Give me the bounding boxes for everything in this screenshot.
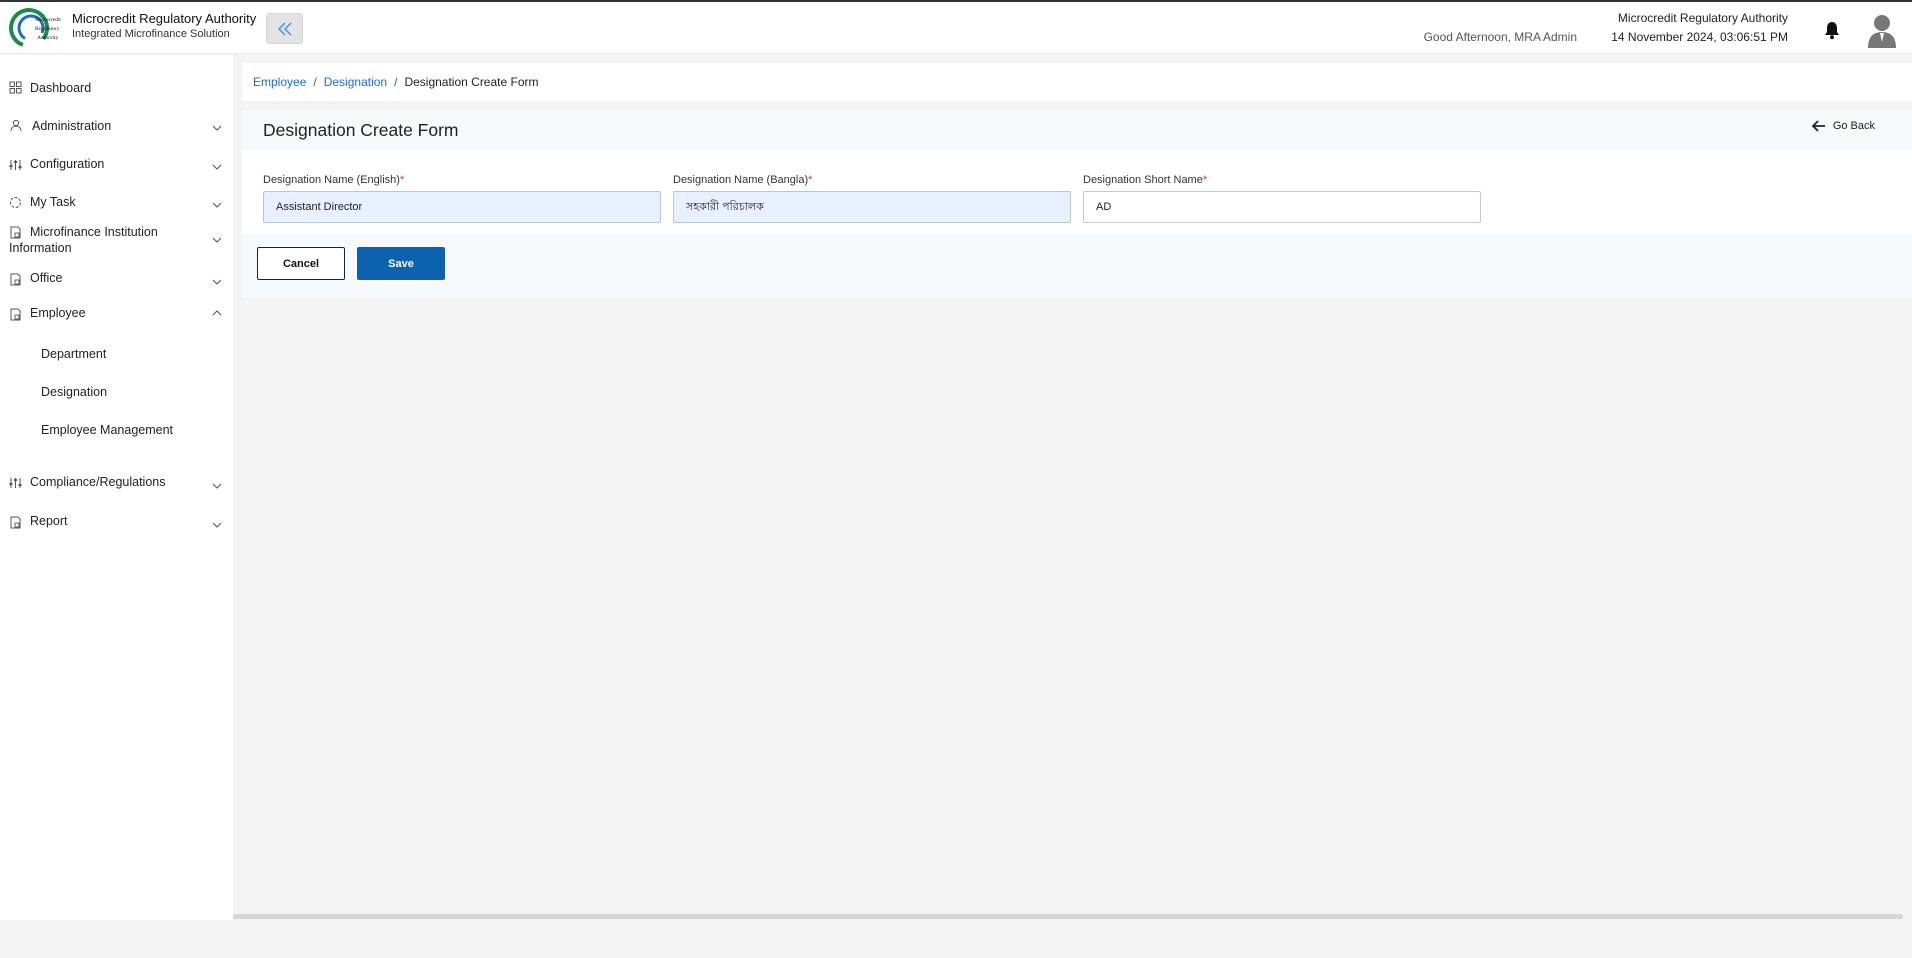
field-label: Designation Short Name* (1083, 174, 1208, 186)
sidebar-item-label: Microfinance Institution Information (9, 225, 158, 255)
sidebar-item-label: Office (30, 271, 63, 285)
sidebar-item-label: Compliance/Regulations (30, 475, 166, 489)
breadcrumb-link-employee[interactable]: Employee (253, 75, 306, 89)
go-back-button[interactable]: Go Back (1811, 120, 1875, 132)
designation-name-english-input[interactable] (263, 191, 661, 223)
document-icon (10, 308, 21, 321)
sliders-icon (9, 478, 22, 488)
chevron-down-icon (212, 483, 222, 489)
sidebar: Dashboard Administration Configuration M… (0, 55, 233, 920)
task-circle-icon (10, 197, 21, 208)
save-button[interactable]: Save (357, 247, 445, 280)
sidebar-item-configuration[interactable]: Configuration (0, 157, 233, 177)
sidebar-item-label: Report (30, 514, 68, 528)
mra-logo: Microcredit Regulatory Authority (9, 8, 61, 48)
sidebar-item-compliance[interactable]: Compliance/Regulations (0, 475, 233, 495)
arrow-left-icon (1811, 120, 1825, 132)
designation-name-bangla-input[interactable] (673, 191, 1071, 223)
sidebar-item-label: Administration (32, 119, 112, 133)
brand-title: Microcredit Regulatory Authority (72, 11, 257, 26)
current-datetime: 14 November 2024, 03:06:51 PM (1611, 30, 1788, 44)
sidebar-subitem-employee-management[interactable]: Employee Management (41, 423, 173, 437)
brand-subtitle: Integrated Microfinance Solution (72, 28, 230, 40)
sidebar-item-label: Dashboard (30, 81, 92, 95)
page-title: Designation Create Form (263, 120, 459, 140)
sidebar-item-office[interactable]: Office (0, 271, 233, 291)
form-header: Designation Create Form Go Back (242, 110, 1912, 150)
required-mark: * (808, 174, 813, 186)
chevron-down-icon (212, 125, 222, 131)
svg-text:Microcredit: Microcredit (35, 17, 61, 23)
sidebar-item-label: Employee (30, 306, 86, 320)
designation-short-name-field: Designation Short Name* (1083, 174, 1481, 223)
breadcrumb-current: Designation Create Form (404, 75, 539, 89)
sidebar-item-report[interactable]: Report (0, 514, 233, 534)
chevron-down-icon (212, 279, 222, 285)
required-mark: * (1202, 174, 1208, 186)
designation-short-name-input[interactable] (1083, 191, 1481, 223)
document-icon (10, 273, 21, 286)
svg-text:Regulatory: Regulatory (35, 26, 60, 32)
grid-icon (9, 81, 22, 94)
designation-name-bangla-field: Designation Name (Bangla)* (673, 174, 1071, 223)
footer-area (0, 920, 1912, 958)
bell-icon[interactable] (1823, 20, 1841, 40)
sidebar-item-label: Configuration (30, 157, 105, 171)
designation-name-english-field: Designation Name (English)* (263, 174, 661, 223)
sidebar-item-microfinance-institution[interactable]: Microfinance Institution Information (0, 224, 233, 258)
breadcrumb-link-designation[interactable]: Designation (324, 75, 387, 89)
chevron-up-icon (212, 310, 222, 316)
document-icon (10, 516, 21, 529)
form-actions: Cancel Save (242, 234, 1912, 298)
sidebar-subitem-designation[interactable]: Designation (41, 385, 107, 399)
app-header: Microcredit Regulatory Authority Microcr… (0, 2, 1912, 54)
chevron-down-icon (212, 237, 222, 243)
greeting-text: Good Afternoon, MRA Admin (1423, 30, 1577, 44)
breadcrumb-separator: / (394, 75, 398, 89)
sidebar-item-administration[interactable]: Administration (0, 119, 233, 139)
chevron-down-icon (212, 164, 222, 170)
sidebar-item-my-task[interactable]: My Task (0, 195, 233, 215)
org-name: Microcredit Regulatory Authority (1617, 11, 1788, 25)
sidebar-item-dashboard[interactable]: Dashboard (0, 81, 233, 101)
chevron-down-icon (212, 522, 222, 528)
chevron-down-icon (212, 202, 222, 208)
required-mark: * (399, 174, 405, 186)
field-label: Designation Name (Bangla)* (673, 174, 813, 186)
user-avatar-icon[interactable] (1866, 12, 1898, 48)
horizontal-scrollbar[interactable] (233, 914, 1903, 919)
breadcrumb: Employee / Designation / Designation Cre… (242, 63, 1912, 101)
designation-form-card: Designation Create Form Go Back Designat… (242, 110, 1912, 298)
breadcrumb-separator: / (313, 75, 317, 89)
sidebar-collapse-button[interactable] (266, 13, 303, 44)
double-chevron-left-icon (277, 21, 292, 36)
cancel-button[interactable]: Cancel (257, 247, 345, 280)
svg-text:Authority: Authority (37, 35, 59, 41)
sidebar-subitem-department[interactable]: Department (41, 347, 106, 361)
sidebar-item-employee[interactable]: Employee (0, 306, 233, 326)
user-admin-icon (10, 119, 22, 132)
sidebar-item-label: My Task (30, 195, 76, 209)
field-label: Designation Name (English)* (263, 174, 405, 186)
go-back-label: Go Back (1832, 120, 1875, 132)
sliders-icon (9, 160, 22, 170)
